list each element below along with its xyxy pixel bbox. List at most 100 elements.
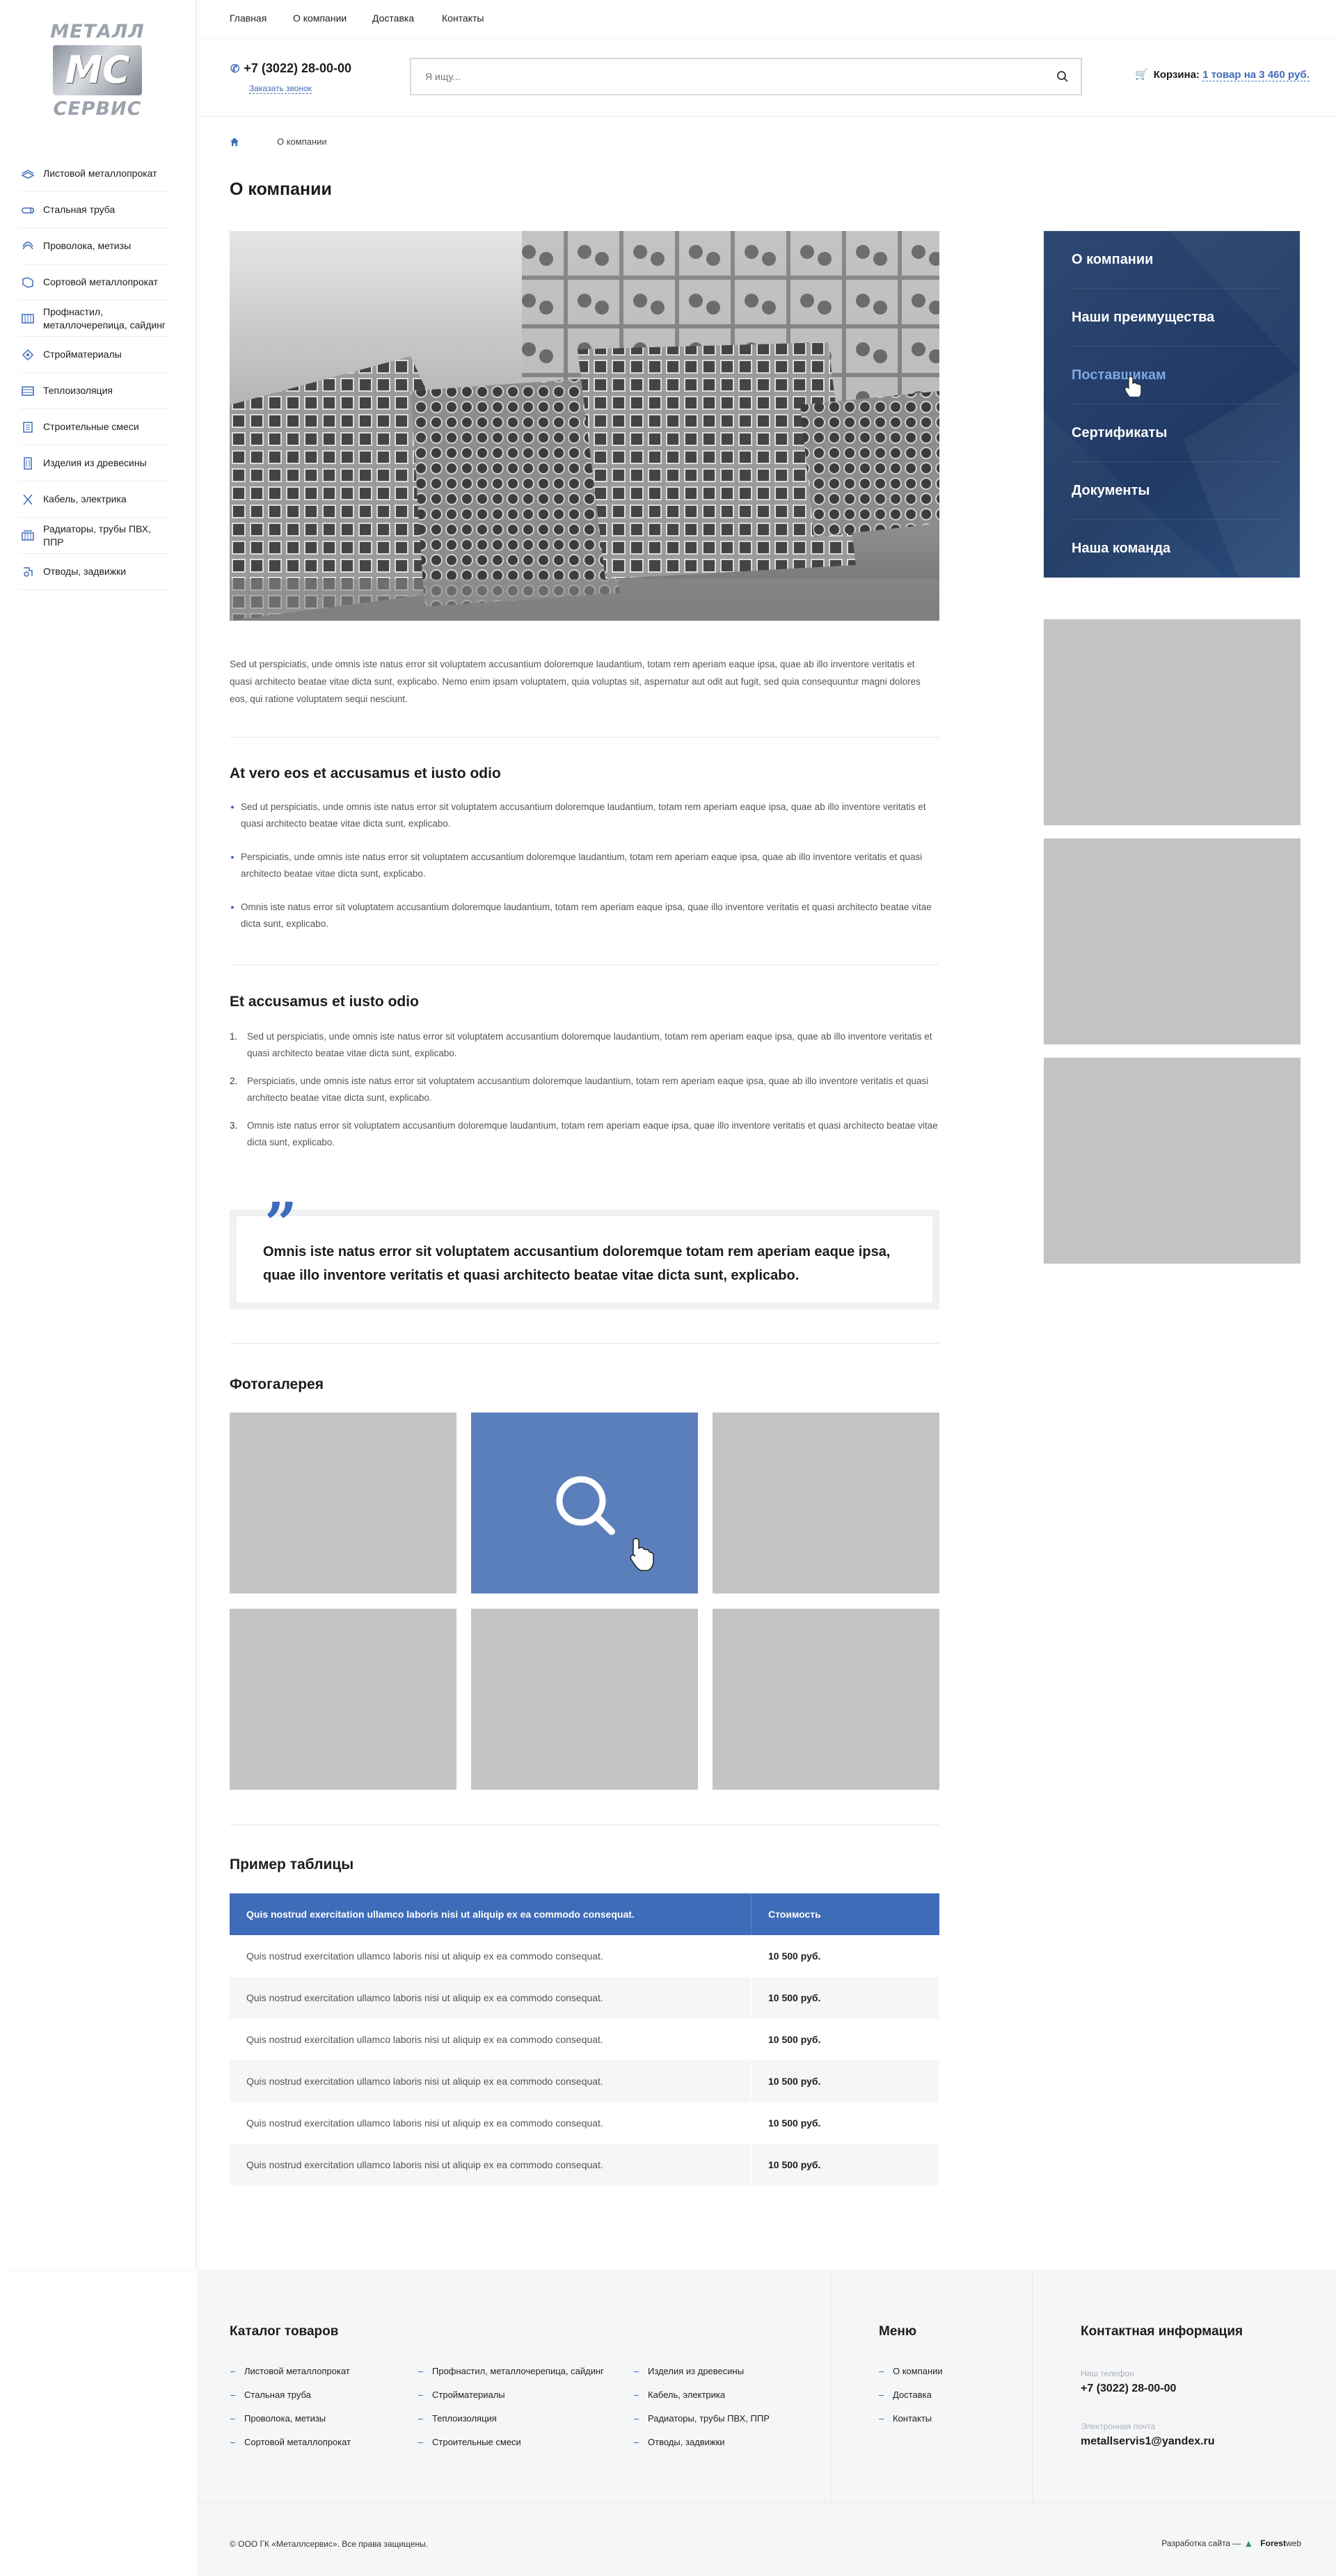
footer-email-label: Электронная почта bbox=[1081, 2422, 1156, 2431]
sidebar-item[interactable]: Теплоизоляция bbox=[19, 373, 171, 409]
sidebar: МЕТАЛЛ МС СЕРВИС Листовой металлопрокат С… bbox=[0, 0, 196, 2270]
sidebar-item[interactable]: Сортовой металлопрокат bbox=[19, 264, 171, 301]
sidebar-item-label: Сортовой металлопрокат bbox=[43, 276, 158, 287]
footer-catalog-col-3: Изделия из древесины Кабель, электрика Р… bbox=[634, 2366, 770, 2460]
table-cell-price: 10 500 руб. bbox=[751, 2019, 939, 2060]
logo[interactable]: МЕТАЛЛ МС СЕРВИС bbox=[49, 21, 146, 125]
home-icon[interactable] bbox=[230, 137, 239, 147]
table-header-cell-price: Стоимость bbox=[751, 1893, 939, 1935]
table-header-cell: Quis nostrud exercitation ullamco labori… bbox=[230, 1893, 752, 1935]
nav-home[interactable]: Главная bbox=[230, 13, 267, 24]
table-row: Quis nostrud exercitation ullamco labori… bbox=[230, 2144, 939, 2186]
footer-email[interactable]: metallservis1@yandex.ru bbox=[1081, 2435, 1215, 2448]
footer-menu-title: Меню bbox=[879, 2324, 917, 2339]
sidebar-item[interactable]: Радиаторы, трубы ПВХ, ППР bbox=[19, 518, 171, 554]
logo-text-top: МЕТАЛЛ bbox=[50, 21, 145, 42]
sidebar-item[interactable]: Проволока, метизы bbox=[19, 228, 171, 264]
search-box bbox=[410, 58, 1082, 95]
divider bbox=[230, 1824, 939, 1825]
footer-catalog-title: Каталог товаров bbox=[230, 2324, 339, 2339]
header-phone[interactable]: ✆ +7 (3022) 28-00-00 bbox=[230, 61, 351, 76]
sidebar-item[interactable]: Стальная труба bbox=[19, 192, 171, 228]
footer-link[interactable]: Отводы, задвижки bbox=[634, 2437, 770, 2460]
footer-divider bbox=[197, 2502, 1336, 2503]
sidebar-item-label: Проволока, метизы bbox=[43, 240, 132, 251]
footer-link[interactable]: Стройматериалы bbox=[418, 2390, 604, 2413]
roofing-icon bbox=[19, 312, 36, 326]
sidebar-item[interactable]: Стройматериалы bbox=[19, 337, 171, 373]
sidebar-item[interactable]: Кабель, электрика bbox=[19, 482, 171, 518]
nav-contacts[interactable]: Контакты bbox=[442, 13, 484, 24]
footer-link[interactable]: Стальная труба bbox=[230, 2390, 351, 2413]
footer-link[interactable]: Доставка bbox=[879, 2390, 943, 2413]
submenu-team[interactable]: Наша команда bbox=[1072, 520, 1280, 578]
submenu-about[interactable]: О компании bbox=[1072, 231, 1280, 289]
submenu-suppliers[interactable]: Поставщикам bbox=[1072, 347, 1280, 404]
submenu-certificates[interactable]: Сертификаты bbox=[1072, 404, 1280, 462]
banner-placeholder[interactable] bbox=[1044, 838, 1301, 1044]
footer-link[interactable]: Сортовой металлопрокат bbox=[230, 2437, 351, 2460]
sidebar-item[interactable]: Изделия из древесины bbox=[19, 445, 171, 482]
footer-link[interactable]: Контакты bbox=[879, 2413, 943, 2437]
banner-placeholder[interactable] bbox=[1044, 619, 1301, 825]
sidebar-item-label: Изделия из древесины bbox=[43, 457, 147, 468]
footer-link[interactable]: О компании bbox=[879, 2366, 943, 2390]
footer-phone[interactable]: +7 (3022) 28-00-00 bbox=[1081, 2383, 1176, 2395]
list-item: Perspiciatis, unde omnis iste natus erro… bbox=[230, 849, 939, 882]
sidebar-item[interactable]: Строительные смеси bbox=[19, 409, 171, 445]
section1-title: At vero eos et accusamus et iusto odio bbox=[230, 765, 501, 781]
footer-link[interactable]: Строительные смеси bbox=[418, 2437, 604, 2460]
table-row: Quis nostrud exercitation ullamco labori… bbox=[230, 2102, 939, 2144]
cart[interactable]: 🛒 Корзина: 1 товар на 3 460 руб. bbox=[1135, 68, 1310, 81]
sidebar-item[interactable]: Листовой металлопрокат bbox=[19, 156, 171, 192]
gallery-item-active[interactable] bbox=[471, 1413, 698, 1593]
footer-menu-list: О компании Доставка Контакты bbox=[879, 2366, 943, 2437]
nav-delivery[interactable]: Доставка bbox=[372, 13, 414, 24]
callback-link[interactable]: Заказать звонок bbox=[249, 84, 312, 94]
nav-about[interactable]: О компании bbox=[293, 13, 347, 24]
footer-link[interactable]: Кабель, электрика bbox=[634, 2390, 770, 2413]
table-cell-price: 10 500 руб. bbox=[751, 2144, 939, 2186]
search-input[interactable] bbox=[411, 59, 1081, 94]
footer-phone-label: Наш телефон bbox=[1081, 2369, 1134, 2378]
numbered-list: 1. Sed ut perspiciatis, unde omnis iste n… bbox=[230, 1028, 939, 1162]
footer-link[interactable]: Профнастил, металлочерепица, сайдинг bbox=[418, 2366, 604, 2390]
table-cell-price: 10 500 руб. bbox=[751, 2060, 939, 2102]
footer-link[interactable]: Проволока, метизы bbox=[230, 2413, 351, 2437]
banner-placeholder[interactable] bbox=[1044, 1058, 1301, 1264]
footer-link[interactable]: Радиаторы, трубы ПВХ, ППР bbox=[634, 2413, 770, 2437]
submenu-documents[interactable]: Документы bbox=[1072, 462, 1280, 520]
divider bbox=[230, 964, 939, 965]
gallery-item[interactable] bbox=[230, 1609, 456, 1790]
sidebar-item[interactable]: Профнастил, металлочерепица, сайдинг bbox=[19, 301, 171, 337]
gallery-item[interactable] bbox=[471, 1609, 698, 1790]
list-item: Sed ut perspiciatis, unde omnis iste nat… bbox=[230, 799, 939, 832]
breadcrumb: О компании bbox=[230, 136, 327, 147]
gallery-item[interactable] bbox=[713, 1609, 939, 1790]
page-title: О компании bbox=[230, 180, 332, 199]
submenu-advantages[interactable]: Наши преимущества bbox=[1072, 289, 1280, 347]
sidebar-item-label: Кабель, электрика bbox=[43, 493, 127, 504]
table-cell-price: 10 500 руб. bbox=[751, 2102, 939, 2144]
hero-image bbox=[230, 231, 939, 621]
list-item: 3. Omnis iste natus error sit voluptatem … bbox=[230, 1120, 938, 1147]
about-submenu: О компании Наши преимущества Поставщикам… bbox=[1044, 231, 1300, 578]
developer-credit[interactable]: Разработка сайта — ▲ Forest web bbox=[1161, 2538, 1301, 2549]
search-icon[interactable] bbox=[1056, 70, 1069, 84]
developer-label: Разработка сайта — bbox=[1161, 2538, 1241, 2548]
table-header-row: Quis nostrud exercitation ullamco labori… bbox=[230, 1893, 939, 1935]
gallery-item[interactable] bbox=[713, 1413, 939, 1593]
cart-summary-link[interactable]: 1 товар на 3 460 руб. bbox=[1202, 69, 1310, 81]
sidebar-item-label: Профнастил, металлочерепица, сайдинг bbox=[43, 305, 166, 331]
footer-link[interactable]: Изделия из древесины bbox=[634, 2366, 770, 2390]
header: ✆ +7 (3022) 28-00-00 Заказать звонок 🛒 Кор… bbox=[197, 39, 1336, 117]
footer: Каталог товаров Листовой металлопрокат С… bbox=[197, 2270, 1336, 2576]
table-title: Пример таблицы bbox=[230, 1857, 354, 1873]
sidebar-item[interactable]: Отводы, задвижки bbox=[19, 554, 171, 590]
footer-link[interactable]: Теплоизоляция bbox=[418, 2413, 604, 2437]
blockquote: ” Omnis iste natus error sit voluptatem … bbox=[230, 1195, 939, 1310]
phone-icon: ✆ bbox=[230, 63, 240, 75]
footer-link[interactable]: Листовой металлопрокат bbox=[230, 2366, 351, 2390]
gallery-item[interactable] bbox=[230, 1413, 456, 1593]
sheet-metal-icon bbox=[19, 167, 36, 181]
